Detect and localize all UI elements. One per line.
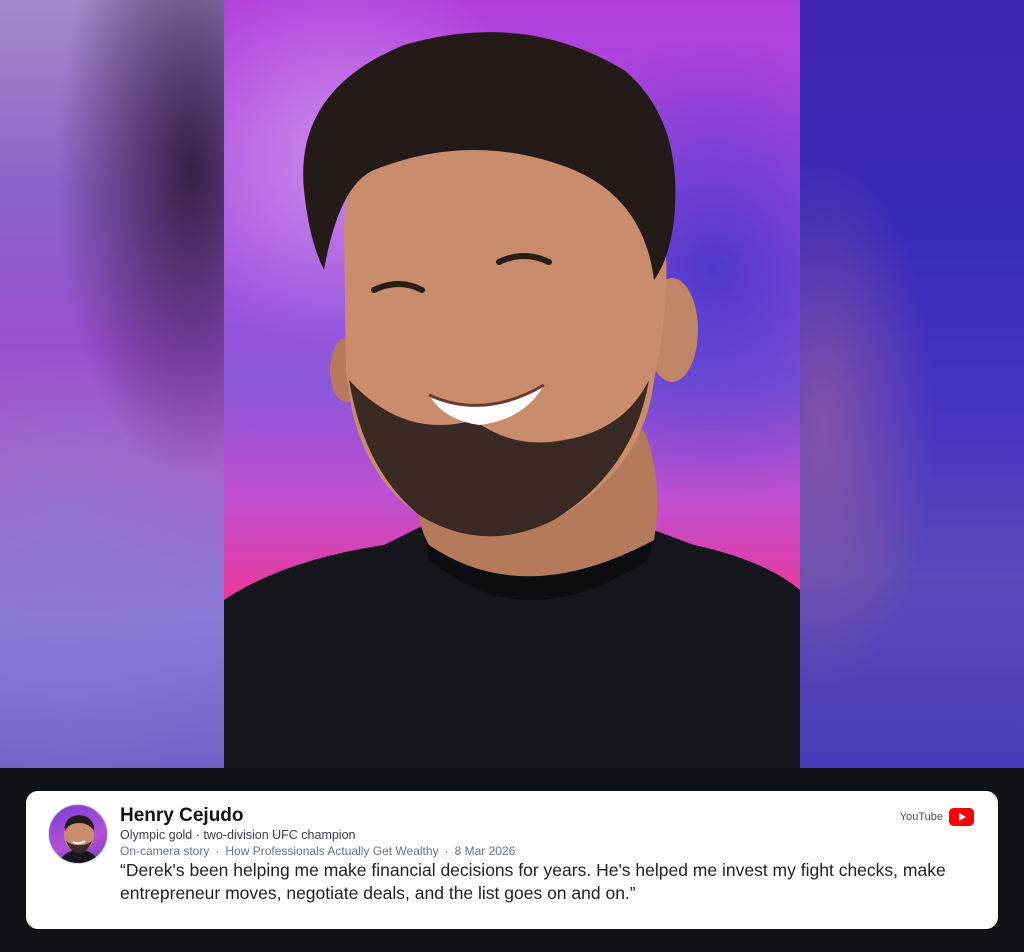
blurred-backdrop-right <box>800 0 1024 768</box>
show-title[interactable]: How Professionals Actually Get Wealthy <box>225 844 438 858</box>
testimonial-card: Henry Cejudo Olympic gold · two-division… <box>26 791 998 929</box>
youtube-icon[interactable] <box>949 808 974 826</box>
story-date: 8 Mar 2026 <box>454 844 516 858</box>
meta-separator: · <box>444 844 449 858</box>
meta-separator: · <box>215 844 220 858</box>
source-label: YouTube <box>899 811 943 823</box>
story-type: On-camera story <box>120 844 210 858</box>
avatar <box>48 804 108 864</box>
story-meta: On-camera story · How Professionals Actual… <box>120 844 515 858</box>
person-name: Henry Cejudo <box>120 805 244 826</box>
testimonial-quote: “Derek's been helping me make financial … <box>120 860 946 903</box>
person-subtitle: Olympic gold · two-division UFC champion <box>120 828 356 842</box>
blurred-backdrop-left <box>0 0 224 768</box>
portrait-photo <box>224 0 800 768</box>
source-link[interactable]: YouTube <box>900 808 974 826</box>
